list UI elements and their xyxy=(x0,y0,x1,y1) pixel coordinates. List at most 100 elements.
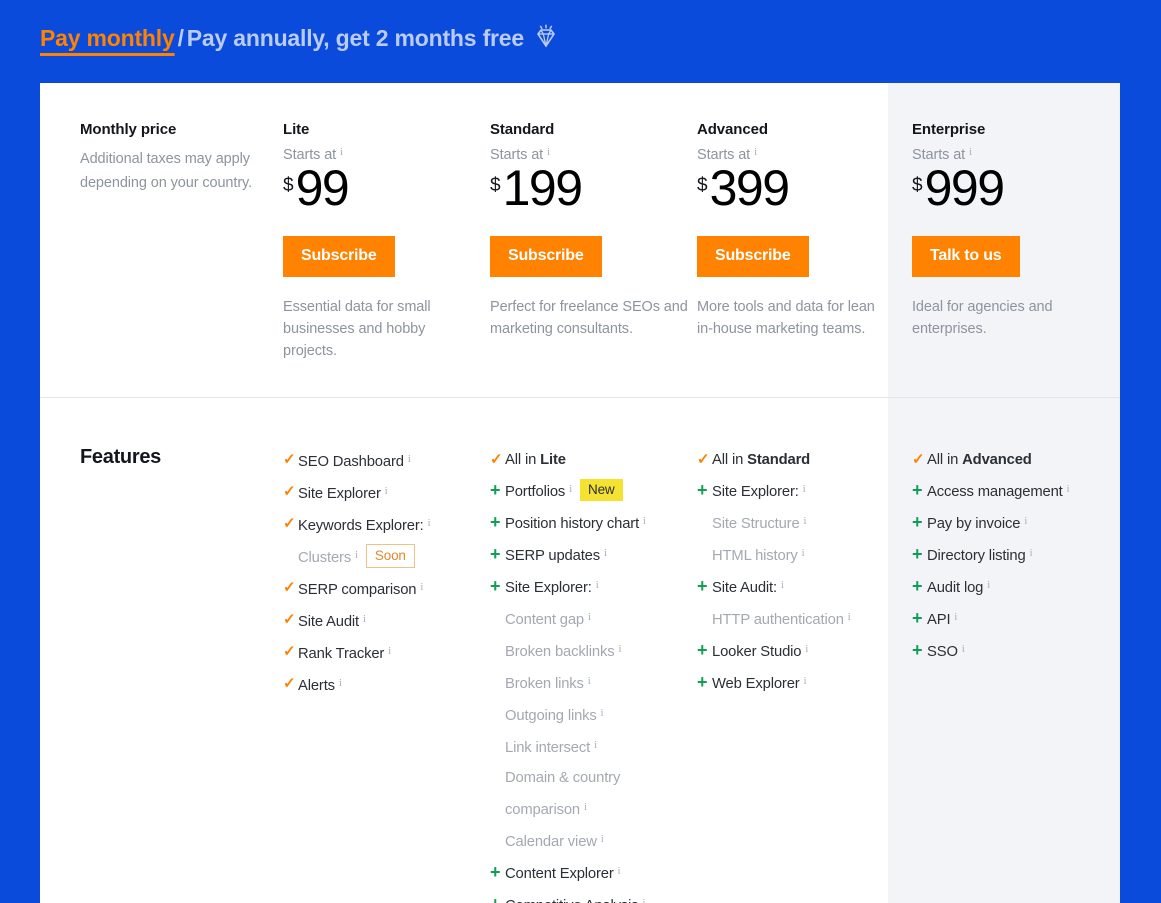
info-icon[interactable]: i xyxy=(781,571,784,601)
feature-text-wrap: Position history chart i xyxy=(505,507,646,539)
info-icon[interactable]: i xyxy=(420,573,423,603)
feature-text-wrap: HTML history i xyxy=(712,539,805,571)
pay-monthly-toggle[interactable]: Pay monthly xyxy=(40,25,175,51)
feature-label: All in xyxy=(505,452,541,468)
info-icon[interactable]: i xyxy=(618,857,621,887)
info-icon[interactable]: i xyxy=(618,635,621,665)
feature-text-wrap: SEO Dashboard i xyxy=(298,445,411,477)
feature-item: + Portfolios i New xyxy=(490,475,690,507)
price-value: 99 xyxy=(295,160,350,216)
info-icon[interactable]: i xyxy=(594,731,597,761)
feature-label: Keywords Explorer: xyxy=(298,518,424,534)
feature-item: + Position history chart i xyxy=(490,507,690,539)
talk-to-us-button[interactable]: Talk to us xyxy=(912,236,1020,277)
feature-item: Clusters i Soon xyxy=(283,541,483,573)
feature-text-wrap: Content Explorer i xyxy=(505,857,621,889)
subscribe-button[interactable]: Subscribe xyxy=(697,236,809,277)
plus-icon: + xyxy=(490,544,501,564)
info-icon[interactable]: i xyxy=(803,475,806,505)
feature-item: + Pay by invoice i xyxy=(912,507,1117,539)
info-icon[interactable]: i xyxy=(388,637,391,667)
feature-text-wrap: SSO i xyxy=(927,635,965,667)
feature-text-wrap: Calendar view i xyxy=(505,825,604,857)
plus-icon: + xyxy=(697,640,708,660)
feature-text-wrap: Looker Studio i xyxy=(712,635,808,667)
info-icon[interactable]: i xyxy=(1030,539,1033,569)
info-icon[interactable]: i xyxy=(584,793,587,823)
feature-label: Alerts xyxy=(298,678,335,694)
feature-item: + Directory listing i xyxy=(912,539,1117,571)
feature-label: Domain & country comparison xyxy=(505,770,621,818)
check-icon: ✓ xyxy=(490,451,503,468)
price-value: 199 xyxy=(502,160,583,216)
info-icon[interactable]: i xyxy=(802,539,805,569)
feature-text-wrap: Site Structure i xyxy=(712,507,806,539)
info-icon[interactable]: i xyxy=(596,571,599,601)
info-icon[interactable]: i xyxy=(987,571,990,601)
feature-item: Broken links i xyxy=(490,667,690,699)
feature-label: HTTP authentication xyxy=(712,612,844,628)
feature-item: ✓ All in Advanced xyxy=(912,445,1117,475)
feature-text-wrap: Directory listing i xyxy=(927,539,1033,571)
price-currency: $ xyxy=(283,175,294,196)
info-icon[interactable]: i xyxy=(547,147,550,158)
monthly-price-note: Additional taxes may apply depending on … xyxy=(80,151,253,191)
info-icon[interactable]: i xyxy=(954,603,957,633)
plan-description: Essential data for small businesses and … xyxy=(283,299,431,359)
info-icon[interactable]: i xyxy=(804,507,807,537)
plus-icon: + xyxy=(912,544,923,564)
info-icon[interactable]: i xyxy=(754,147,757,158)
subscribe-button[interactable]: Subscribe xyxy=(490,236,602,277)
subscribe-button[interactable]: Subscribe xyxy=(283,236,395,277)
feature-label: Audit log xyxy=(927,580,984,596)
plan-name: Enterprise xyxy=(912,121,986,138)
info-icon[interactable]: i xyxy=(569,475,572,505)
price-row: $99 xyxy=(283,160,483,216)
info-icon[interactable]: i xyxy=(643,889,646,903)
info-icon[interactable]: i xyxy=(408,445,411,475)
info-icon[interactable]: i xyxy=(643,507,646,537)
info-icon[interactable]: i xyxy=(340,147,343,158)
info-icon[interactable]: i xyxy=(1067,475,1070,505)
pay-annually-toggle[interactable]: Pay annually, get 2 months free xyxy=(187,25,524,51)
feature-text-wrap: All in Lite xyxy=(505,445,566,475)
info-icon[interactable]: i xyxy=(848,603,851,633)
info-icon[interactable]: i xyxy=(339,669,342,699)
feature-text-wrap: Link intersect i xyxy=(505,731,597,763)
plus-icon: + xyxy=(912,480,923,500)
feature-label: API xyxy=(927,612,951,628)
info-icon[interactable]: i xyxy=(969,147,972,158)
plan-name: Lite xyxy=(283,121,310,138)
feature-text-wrap: Broken backlinks i xyxy=(505,635,621,667)
feature-item: ✓ Rank Tracker i xyxy=(283,637,483,669)
info-icon[interactable]: i xyxy=(601,825,604,855)
plus-icon: + xyxy=(912,608,923,628)
feature-item: ✓ Site Audit i xyxy=(283,605,483,637)
check-icon: ✓ xyxy=(283,643,296,660)
plus-icon: + xyxy=(912,640,923,660)
soon-badge: Soon xyxy=(365,544,415,568)
feature-label: SERP comparison xyxy=(298,582,417,598)
feature-item: Link intersect i xyxy=(490,731,690,763)
info-icon[interactable]: i xyxy=(363,605,366,635)
info-icon[interactable]: i xyxy=(588,667,591,697)
features-section-title: Features xyxy=(80,446,161,468)
feature-text-wrap: Keywords Explorer: i xyxy=(298,509,431,541)
info-icon[interactable]: i xyxy=(962,635,965,665)
feature-text-wrap: API i xyxy=(927,603,957,635)
feature-item: + Site Explorer: i xyxy=(697,475,887,507)
info-icon[interactable]: i xyxy=(385,477,388,507)
info-icon[interactable]: i xyxy=(805,635,808,665)
feature-label: SEO Dashboard xyxy=(298,454,404,470)
info-icon[interactable]: i xyxy=(804,667,807,697)
billing-period-toggle: Pay monthly / Pay annually, get 2 months f… xyxy=(40,21,560,60)
info-icon[interactable]: i xyxy=(1024,507,1027,537)
plus-icon: + xyxy=(490,889,505,903)
info-icon[interactable]: i xyxy=(601,699,604,729)
info-icon[interactable]: i xyxy=(428,509,431,539)
feature-text-wrap: Outgoing links i xyxy=(505,699,604,731)
feature-item: Content gap i xyxy=(490,603,690,635)
info-icon[interactable]: i xyxy=(588,603,591,633)
info-icon[interactable]: i xyxy=(355,541,358,571)
info-icon[interactable]: i xyxy=(604,539,607,569)
